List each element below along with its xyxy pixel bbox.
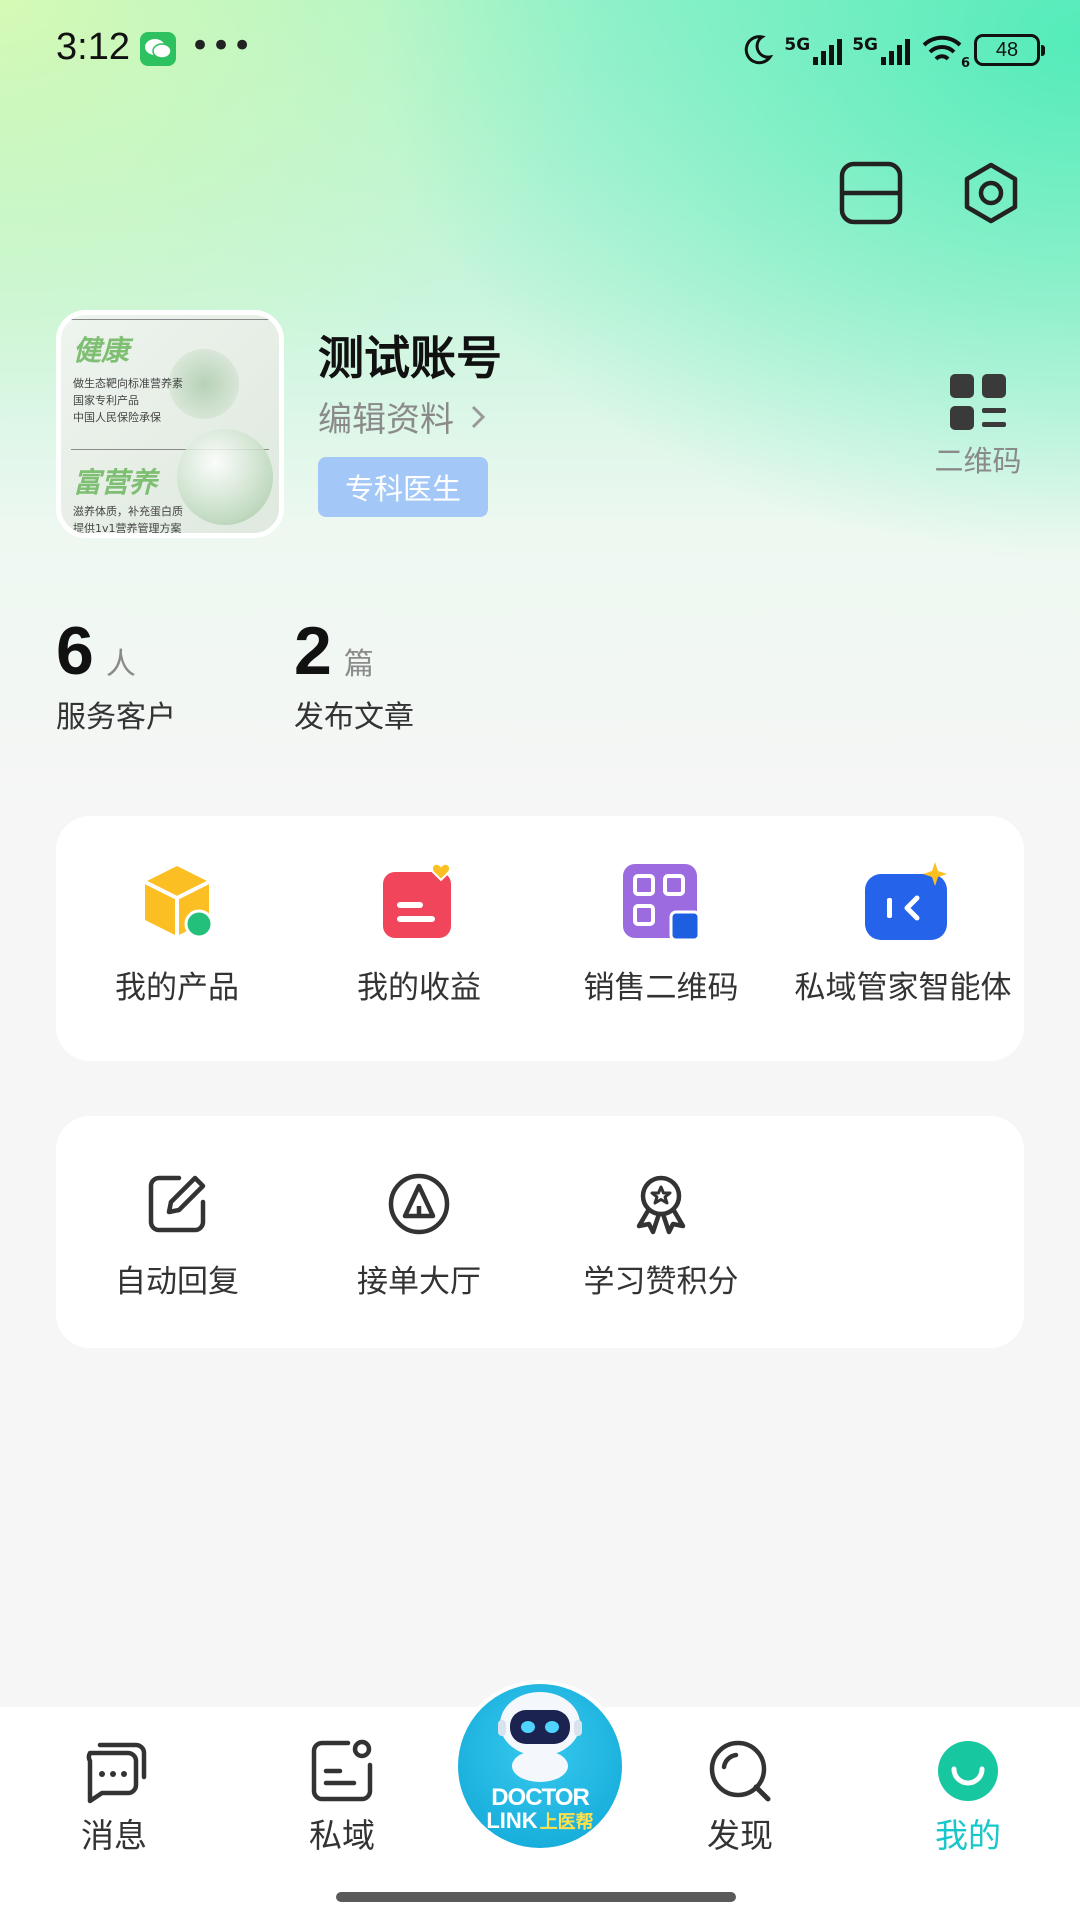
wifi-label: 6 [960, 56, 970, 71]
avatar-line: 中国人民保险承保 [73, 411, 161, 424]
earnings-icon [379, 862, 459, 942]
avatar-heading-2: 富营养 [73, 466, 158, 499]
more-notifications-icon: ••• [190, 26, 254, 66]
settings-icon[interactable] [958, 160, 1024, 226]
edit-icon [145, 1172, 209, 1236]
status-time: 3:12 [56, 26, 130, 68]
grid-item-label: 我的产品 [115, 970, 239, 1006]
signal-2-icon: 5G [852, 35, 910, 65]
battery-icon: 48 [974, 34, 1045, 66]
grid-item-order-hall[interactable]: 接单大厅 [298, 1172, 540, 1301]
feature-card-2: 自动回复 接单大厅 学习赞积分 [56, 1116, 1024, 1348]
message-icon [86, 1742, 147, 1804]
avatar-bubble [177, 429, 273, 525]
avatar-line: 滋养体质，补充蛋白质 [73, 505, 183, 518]
moon-icon [745, 35, 774, 65]
profile-icon [938, 1741, 998, 1801]
grid-item-label: 学习赞积分 [583, 1264, 739, 1300]
logo-tag: 上医帮 [539, 1812, 594, 1833]
edit-profile-label: 编辑资料 [318, 400, 454, 440]
grid-item-label: 私域管家智能体 [794, 970, 1012, 1006]
role-badge: 专科医生 [318, 457, 488, 517]
nav-item-mine[interactable]: 我的 [898, 1737, 1038, 1857]
avatar-lines-1: 做生态靶向标准营养素 国家专利产品 中国人民保险承保 [73, 375, 183, 426]
signal-1-icon: 5G [784, 35, 843, 65]
network-1-label: 5G [784, 35, 811, 55]
avatar-line: 提供1v1营养管理方案 [73, 522, 182, 535]
grid-item-label: 我的收益 [357, 970, 481, 1006]
grid-item-label: 销售二维码 [583, 970, 739, 1006]
nav-label: 消息 [81, 1816, 147, 1855]
stat-unit: 人 [105, 647, 136, 682]
battery-level: 48 [995, 38, 1019, 61]
stat-value: 2 [294, 613, 332, 689]
qrcode-icon [950, 374, 1006, 430]
stat-customers[interactable]: 6人 服务客户 [56, 612, 176, 736]
stat-value: 6 [56, 613, 94, 689]
qrcode-label: 二维码 [934, 444, 1022, 478]
nav-item-messages[interactable]: 消息 [44, 1737, 184, 1857]
avatar[interactable]: 健康 做生态靶向标准营养素 国家专利产品 中国人民保险承保 富营养 滋养体质，补… [56, 310, 284, 538]
logo-line-2: LINK [486, 1808, 538, 1833]
nav-label: 私域 [309, 1816, 375, 1855]
product-box-icon [137, 862, 217, 942]
stat-unit: 篇 [343, 647, 374, 682]
grid-item-label: 接单大厅 [357, 1264, 481, 1300]
nav-item-discover[interactable]: 发现 [670, 1737, 810, 1857]
account-name: 测试账号 [318, 331, 502, 385]
avatar-lines-2: 滋养体质，补充蛋白质 提供1v1营养管理方案 [73, 503, 183, 535]
sales-qrcode-icon [621, 862, 701, 942]
edit-profile-link[interactable]: 编辑资料 [318, 392, 486, 441]
avatar-heading-1: 健康 [73, 334, 130, 367]
ai-agent-icon [863, 862, 947, 942]
doctor-link-button[interactable]: DOCTOR LINK 上医帮 [454, 1680, 626, 1852]
avatar-rule-top [71, 319, 269, 320]
wifi-icon: 6 [920, 33, 970, 71]
nav-label: 发现 [707, 1816, 773, 1855]
grid-item-ai-agent[interactable]: 私域管家智能体 [782, 862, 1024, 1007]
home-indicator[interactable] [336, 1892, 736, 1902]
discover-icon [709, 1740, 771, 1802]
award-icon [629, 1172, 693, 1236]
nav-item-private[interactable]: 私域 [272, 1737, 412, 1857]
private-domain-icon [311, 1739, 373, 1802]
status-bar: 3:12 ••• 5G 5G 6 48 [0, 0, 1080, 100]
avatar-line: 国家专利产品 [73, 394, 139, 407]
scan-icon[interactable] [838, 160, 904, 226]
order-hall-icon [387, 1172, 451, 1236]
stat-label: 发布文章 [294, 700, 414, 735]
feature-card-1: 我的产品 我的收益 销售二维码 私域管家智能体 [56, 816, 1024, 1061]
grid-item-my-earnings[interactable]: 我的收益 [298, 862, 540, 1007]
stat-label: 服务客户 [56, 700, 176, 735]
network-2-label: 5G [852, 35, 878, 55]
qrcode-button[interactable]: 二维码 [928, 372, 1028, 480]
grid-item-label: 自动回复 [115, 1264, 239, 1300]
nav-label: 我的 [935, 1816, 1001, 1855]
avatar-line: 做生态靶向标准营养素 [73, 377, 183, 390]
grid-item-sales-qrcode[interactable]: 销售二维码 [540, 862, 782, 1007]
grid-item-study-points[interactable]: 学习赞积分 [540, 1172, 782, 1301]
chevron-right-icon [471, 405, 486, 428]
grid-item-auto-reply[interactable]: 自动回复 [56, 1172, 298, 1301]
wechat-notification-icon [140, 32, 176, 66]
grid-item-my-products[interactable]: 我的产品 [56, 862, 298, 1007]
stat-articles[interactable]: 2篇 发布文章 [294, 612, 414, 736]
